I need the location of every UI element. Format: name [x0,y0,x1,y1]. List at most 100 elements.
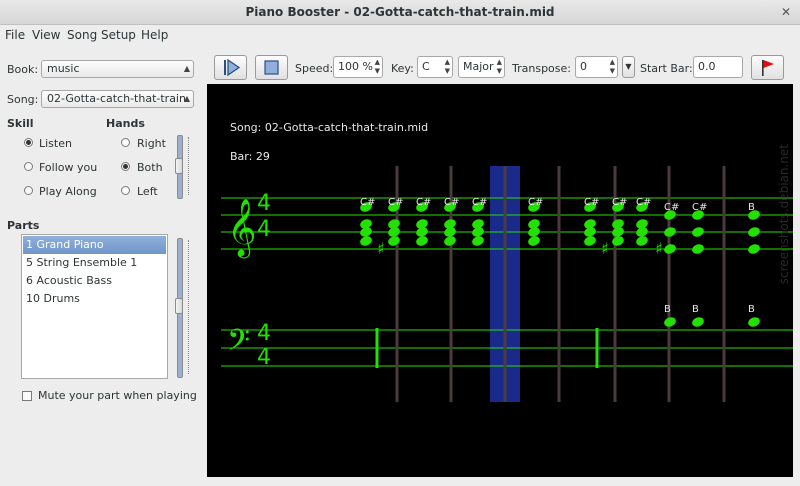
hands-left-radio[interactable] [121,186,130,195]
spin-arrows-icon: ▲ ▼ [496,58,502,75]
hands-label: Hands [106,117,145,130]
note-label: B [748,304,755,315]
skill-playalong-radio[interactable] [24,186,33,195]
menu-view[interactable]: View [32,28,60,42]
transpose-spinbox[interactable]: 0 ▲ ▼ [575,56,618,78]
note-head [584,227,596,237]
list-item[interactable]: 10 Drums [23,290,166,308]
note-head [636,227,648,237]
startbar-value: 0.0 [698,60,716,73]
note-label: B [664,304,671,315]
note-head [360,227,372,237]
menu-song[interactable]: Song [67,28,97,42]
note-head [416,227,428,237]
skill-playalong-label[interactable]: Play Along [39,185,97,198]
hands-right-label[interactable]: Right [137,137,166,150]
mode-select[interactable]: Major ▲ ▼ [458,56,505,78]
note-head [748,227,760,237]
note-label: B [748,202,755,213]
flag-icon [762,60,774,76]
save-bar-button[interactable] [751,55,784,80]
note-label: C# [360,197,375,208]
key-select[interactable]: C ▲ ▼ [417,56,453,78]
stop-icon [264,60,279,75]
part-volume-handle[interactable] [175,298,183,314]
note-head [692,317,704,327]
menu-help[interactable]: Help [141,28,168,42]
hands-both-label[interactable]: Both [137,161,163,174]
hands-both-radio[interactable] [121,162,130,171]
stop-button[interactable] [255,55,288,80]
skill-follow-radio[interactable] [24,162,33,171]
menu-file[interactable]: File [5,28,25,42]
note-head [664,244,676,254]
list-item[interactable]: 5 String Ensemble 1 [23,254,166,272]
note-label: C# [444,197,459,208]
sharp-icon: ♯ [377,239,385,258]
book-select[interactable]: music ▲▼ [41,60,194,78]
note-label: C# [416,197,431,208]
startbar-label: Start Bar: [640,62,693,75]
skill-label: Skill [7,117,34,130]
spin-arrows-icon[interactable]: ▲ ▼ [610,58,615,76]
note-head [692,244,704,254]
bass-clef-icon: 𝄢 [227,324,250,365]
song-value: 02-Gotta-catch-that-train. [47,92,190,105]
note-head [748,244,760,254]
song-select[interactable]: 02-Gotta-catch-that-train. ▲▼ [41,90,194,108]
startbar-spinbox[interactable]: 0.0 [693,56,743,78]
mute-label[interactable]: Mute your part when playing [38,389,197,402]
parts-label: Parts [7,219,40,232]
slider-ticks [185,137,189,195]
chevron-down-icon: ▼ [625,62,632,71]
transpose-value: 0 [580,60,587,73]
speed-spinbox[interactable]: 100 % ▲ ▼ [333,56,383,78]
transpose-label: Transpose: [512,62,571,75]
score-canvas[interactable]: Song: 02-Gotta-catch-that-train.mid Bar:… [207,84,793,477]
sharp-icon: ♯ [655,239,663,258]
bass-time-bottom: 4 [257,345,271,370]
note-head [472,227,484,237]
title-bar: Piano Booster - 02-Gotta-catch-that-trai… [0,0,800,25]
list-item[interactable]: 6 Acoustic Bass [23,272,166,290]
note-head [612,227,624,237]
menu-bar: File View Song Setup Help [0,25,800,45]
hands-left-label[interactable]: Left [137,185,158,198]
sharp-icon: ♯ [601,239,609,258]
note-head [748,317,760,327]
updown-icon: ▲▼ [183,94,190,103]
parts-list[interactable]: 1 Grand Piano 5 String Ensemble 1 6 Acou… [21,234,168,379]
spin-arrows-icon: ▲ ▼ [444,58,450,75]
speed-value: 100 % [338,60,373,73]
note-label: C# [388,197,403,208]
note-label: C# [472,197,487,208]
bass-time-top: 4 [257,321,271,346]
skill-listen-label[interactable]: Listen [39,137,72,150]
note-label: C# [636,197,651,208]
list-item[interactable]: 1 Grand Piano [23,236,166,254]
slider-ticks [185,240,189,374]
note-label: C# [528,197,543,208]
note-label: C# [584,197,599,208]
hands-volume-handle[interactable] [175,158,183,174]
song-label: Song: [7,93,39,106]
skill-follow-label[interactable]: Follow you [39,161,97,174]
note-label: B [692,304,699,315]
key-label: Key: [391,62,414,75]
spin-arrows-icon[interactable]: ▲ ▼ [375,58,380,76]
note-label: C# [692,202,707,213]
note-head [444,227,456,237]
mute-checkbox[interactable] [22,391,32,401]
watermark-text: screenshots.debian.net [777,144,791,285]
note-head [664,227,676,237]
hands-right-radio[interactable] [121,138,130,147]
note-head [664,317,676,327]
play-button[interactable] [214,55,247,80]
book-value: music [47,62,80,75]
close-icon[interactable]: ✕ [778,4,794,20]
dropdown-button[interactable]: ▼ [622,56,635,78]
menu-setup[interactable]: Setup [101,28,136,42]
note-head [528,227,540,237]
play-icon [224,58,241,77]
skill-listen-radio[interactable] [24,138,33,147]
